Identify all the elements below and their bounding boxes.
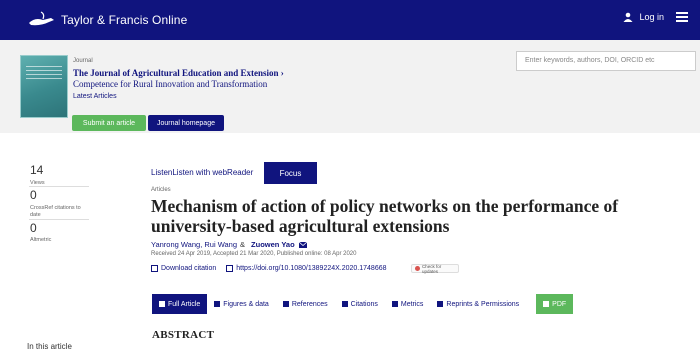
- altmetric-count: 0: [30, 221, 37, 235]
- pdf-icon: [543, 301, 550, 307]
- download-icon: [151, 265, 158, 272]
- tab-citations[interactable]: Citations: [335, 294, 385, 314]
- tab-label: Citations: [350, 300, 378, 308]
- crossref-label: CrossRef citations to date: [30, 205, 81, 218]
- tab-label: Metrics: [400, 300, 424, 308]
- abstract-heading: ABSTRACT: [152, 329, 215, 341]
- search-input[interactable]: Enter keywords, authors, DOI, ORCID etc: [516, 51, 696, 71]
- focus-button[interactable]: Focus: [264, 162, 317, 184]
- login-link[interactable]: Log in: [639, 12, 664, 22]
- pdf-button[interactable]: PDF: [536, 294, 574, 314]
- in-this-article-heading: In this article: [27, 342, 72, 351]
- image-icon: [214, 301, 221, 307]
- article-tabs: Full Article Figures & data References C…: [152, 294, 574, 314]
- bar-chart-icon: [391, 301, 398, 307]
- quote-icon: [341, 301, 348, 307]
- author-link[interactable]: Rui Wang: [204, 240, 237, 249]
- metric-divider: [29, 219, 89, 220]
- latest-articles-link[interactable]: Latest Articles: [73, 93, 117, 100]
- link-icon: [226, 265, 234, 272]
- tab-label: Figures & data: [223, 300, 269, 308]
- lamp-logo-icon: [29, 11, 54, 26]
- author-list: Yanrong Wang, Rui Wang & Zuowen Yao: [151, 240, 307, 249]
- download-citation-link[interactable]: Download citation: [161, 265, 216, 272]
- views-count: 14: [30, 163, 44, 177]
- author-separator: &: [240, 240, 246, 249]
- journal-homepage-button[interactable]: Journal homepage: [148, 115, 224, 131]
- tab-metrics[interactable]: Metrics: [385, 294, 431, 314]
- user-icon[interactable]: [623, 12, 633, 22]
- tab-label: Full Article: [168, 300, 201, 308]
- article-title: Mechanism of action of policy networks o…: [151, 196, 619, 236]
- corresponding-author-link[interactable]: Zuowen Yao: [251, 240, 295, 249]
- crossref-count: 0: [30, 188, 37, 202]
- author-link[interactable]: Yanrong Wang: [151, 240, 200, 249]
- tab-label: Reprints & Permissions: [446, 300, 520, 308]
- references-icon: [282, 301, 289, 307]
- tab-label: PDF: [552, 300, 567, 308]
- brand-name: Taylor & Francis Online: [61, 13, 188, 27]
- envelope-icon[interactable]: [298, 241, 307, 248]
- brand-logo-link[interactable]: Taylor & Francis Online: [27, 10, 187, 30]
- journal-subtitle: Competence for Rural Innovation and Tran…: [73, 79, 268, 89]
- hamburger-menu-icon[interactable]: [676, 12, 688, 22]
- check-updates-label: Check for updates: [421, 263, 442, 274]
- document-icon: [159, 301, 165, 307]
- tab-references[interactable]: References: [276, 294, 335, 314]
- submit-article-button[interactable]: Submit an article: [72, 115, 146, 131]
- journal-cover-image[interactable]: [20, 55, 68, 118]
- doi-link[interactable]: https://doi.org/10.1080/1389224X.2020.17…: [236, 265, 386, 272]
- top-nav-bar: Taylor & Francis Online Log in: [0, 0, 700, 40]
- tab-reprints-permissions[interactable]: Reprints & Permissions: [430, 294, 526, 314]
- article-type: Articles: [151, 187, 171, 193]
- listen-webreader-link[interactable]: ListenListen with webReader: [151, 168, 253, 177]
- publication-dates: Received 24 Apr 2019, Accepted 21 Mar 20…: [151, 251, 357, 257]
- journal-title-link[interactable]: The Journal of Agricultural Education an…: [73, 68, 284, 78]
- cart-icon: [437, 301, 444, 307]
- check-for-updates-badge[interactable]: Check for updates: [411, 263, 459, 274]
- journal-label: Journal: [73, 58, 93, 64]
- tab-full-article[interactable]: Full Article: [152, 294, 208, 314]
- altmetric-label: Altmetric: [30, 237, 52, 243]
- crossmark-icon: [415, 266, 420, 271]
- tab-label: References: [291, 300, 328, 308]
- metric-divider: [29, 186, 89, 187]
- tab-figures-data[interactable]: Figures & data: [207, 294, 276, 314]
